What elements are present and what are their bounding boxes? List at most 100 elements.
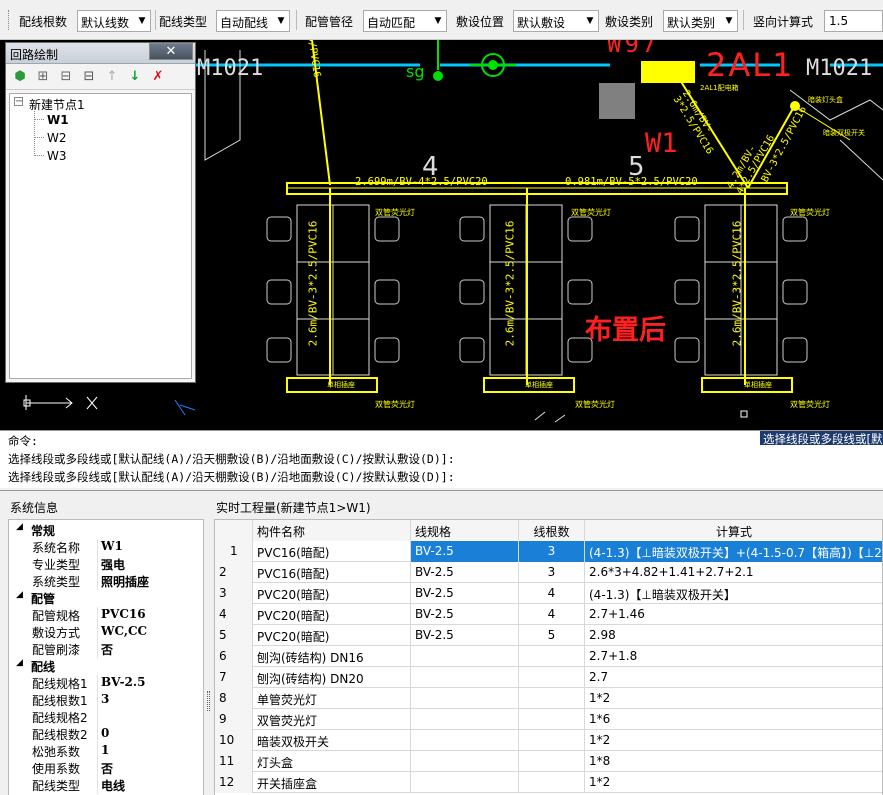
table-row[interactable]: 7 刨沟(砖结构) DN20 2.7 bbox=[215, 667, 882, 688]
tree-collapse-icon[interactable]: − bbox=[14, 97, 23, 107]
cell-formula[interactable]: (4-1.3)【⊥暗装双极开关】+(4-1.5-0.7【箱高】)【⊥2AL1】 bbox=[585, 541, 882, 562]
cell-formula[interactable]: 1*2 bbox=[585, 688, 882, 709]
cell-num[interactable]: 9 bbox=[215, 709, 253, 730]
cell-count[interactable] bbox=[519, 688, 585, 709]
cell-count[interactable] bbox=[519, 730, 585, 751]
table-row[interactable]: 10 暗装双极开关 1*2 bbox=[215, 730, 882, 751]
cell-formula[interactable]: 2.98 bbox=[585, 625, 882, 646]
cell-spec[interactable]: BV-2.5 bbox=[411, 583, 519, 604]
tree-node-w2[interactable]: W2 bbox=[47, 131, 67, 145]
cell-count[interactable] bbox=[519, 772, 585, 793]
cell-name[interactable]: 开关插座盒 bbox=[253, 772, 411, 793]
table-row[interactable]: 2 PVC16(暗配) BV-2.5 3 2.6*3+4.82+1.41+2.7+2.1 bbox=[215, 562, 882, 583]
cell-name[interactable]: 暗装双极开关 bbox=[253, 730, 411, 751]
cell-name[interactable]: 双管荧光灯 bbox=[253, 709, 411, 730]
cell-formula[interactable]: 1*6 bbox=[585, 709, 882, 730]
chevron-down-icon[interactable]: ▼ bbox=[430, 11, 446, 31]
prop-row[interactable]: 配线根数1 3 bbox=[9, 692, 203, 709]
cell-formula[interactable]: 1*2 bbox=[585, 772, 882, 793]
rename-icon[interactable]: ⊟ bbox=[80, 68, 98, 86]
cell-num[interactable]: 2 bbox=[215, 562, 253, 583]
cell-formula[interactable]: 2.7+1.8 bbox=[585, 646, 882, 667]
tree-node-w1[interactable]: W1 bbox=[47, 113, 69, 127]
cell-spec[interactable] bbox=[411, 667, 519, 688]
pane-splitter[interactable] bbox=[207, 691, 210, 711]
cell-name[interactable]: 单管荧光灯 bbox=[253, 688, 411, 709]
move-up-icon[interactable]: ↑ bbox=[103, 68, 121, 86]
delete-icon[interactable]: ✗ bbox=[149, 68, 167, 86]
cell-formula[interactable]: 2.6*3+4.82+1.41+2.7+2.1 bbox=[585, 562, 882, 583]
prop-row[interactable]: 系统类型 照明插座 bbox=[9, 573, 203, 590]
cell-name[interactable]: 灯头盒 bbox=[253, 751, 411, 772]
prop-row[interactable]: 配管刷漆 否 bbox=[9, 641, 203, 658]
group-wire[interactable]: ◢ 配线 bbox=[9, 658, 203, 675]
collapse-triangle-icon[interactable]: ◢ bbox=[16, 658, 23, 668]
cell-count[interactable]: 4 bbox=[519, 604, 585, 625]
cell-name[interactable]: PVC16(暗配) bbox=[253, 541, 411, 562]
prop-row[interactable]: 系统名称 W1 bbox=[9, 539, 203, 556]
prop-row[interactable]: 松弛系数 1 bbox=[9, 743, 203, 760]
header-name[interactable]: 构件名称 bbox=[253, 520, 411, 541]
close-button[interactable]: ✕ bbox=[149, 43, 193, 60]
laying-category-select[interactable]: 默认类别 ▼ bbox=[663, 10, 738, 32]
cell-count[interactable] bbox=[519, 667, 585, 688]
cell-num[interactable]: 4 bbox=[215, 604, 253, 625]
cell-formula[interactable]: 1*8 bbox=[585, 751, 882, 772]
table-row[interactable]: 5 PVC20(暗配) BV-2.5 5 2.98 bbox=[215, 625, 882, 646]
chevron-down-icon[interactable]: ▼ bbox=[273, 11, 289, 31]
cell-num[interactable]: 1 bbox=[215, 541, 253, 562]
chevron-down-icon[interactable]: ▼ bbox=[582, 11, 598, 31]
add-sibling-icon[interactable]: ⊟ bbox=[57, 68, 75, 86]
cell-spec[interactable] bbox=[411, 751, 519, 772]
cell-num[interactable]: 10 bbox=[215, 730, 253, 751]
cell-spec[interactable]: BV-2.5 bbox=[411, 604, 519, 625]
cell-name[interactable]: PVC16(暗配) bbox=[253, 562, 411, 583]
prop-row[interactable]: 使用系数 否 bbox=[9, 760, 203, 777]
wire-count-select[interactable]: 默认线数 ▼ bbox=[77, 10, 151, 32]
cell-name[interactable]: PVC20(暗配) bbox=[253, 604, 411, 625]
group-general[interactable]: ◢ 常规 bbox=[9, 522, 203, 539]
cell-spec[interactable]: BV-2.5 bbox=[411, 562, 519, 583]
table-row[interactable]: 11 灯头盒 1*8 bbox=[215, 751, 882, 772]
prop-row[interactable]: 配线根数2 0 bbox=[9, 726, 203, 743]
cell-spec[interactable] bbox=[411, 772, 519, 793]
toolbar-grip[interactable] bbox=[8, 10, 11, 30]
table-row[interactable]: 4 PVC20(暗配) BV-2.5 4 2.7+1.46 bbox=[215, 604, 882, 625]
cell-count[interactable] bbox=[519, 709, 585, 730]
cell-num[interactable]: 12 bbox=[215, 772, 253, 793]
cell-num[interactable]: 6 bbox=[215, 646, 253, 667]
table-row[interactable]: 12 开关插座盒 1*2 bbox=[215, 772, 882, 793]
cell-spec[interactable]: BV-2.5 bbox=[411, 625, 519, 646]
cell-name[interactable]: 刨沟(砖结构) DN16 bbox=[253, 646, 411, 667]
add-child-icon[interactable]: ⊞ bbox=[34, 68, 52, 86]
cell-count[interactable]: 4 bbox=[519, 583, 585, 604]
collapse-triangle-icon[interactable]: ◢ bbox=[16, 590, 23, 600]
header-count[interactable]: 线根数 bbox=[519, 520, 585, 541]
cell-spec[interactable] bbox=[411, 646, 519, 667]
cell-spec[interactable]: BV-2.5 bbox=[411, 541, 519, 562]
cell-formula[interactable]: 2.7+1.46 bbox=[585, 604, 882, 625]
vertical-formula-input[interactable]: 1.5 bbox=[824, 10, 883, 32]
chevron-down-icon[interactable]: ▼ bbox=[721, 11, 737, 31]
cell-count[interactable] bbox=[519, 751, 585, 772]
cell-count[interactable] bbox=[519, 646, 585, 667]
prop-row[interactable]: 配线类型 电线 bbox=[9, 777, 203, 794]
cell-count[interactable]: 3 bbox=[519, 541, 585, 562]
tree-node-w3[interactable]: W3 bbox=[47, 149, 67, 163]
table-row[interactable]: ▸1PVC16(暗配)BV-2.53(4-1.3)【⊥暗装双极开关】+(4-1.… bbox=[215, 541, 882, 562]
cell-name[interactable]: 刨沟(砖结构) DN20 bbox=[253, 667, 411, 688]
table-row[interactable]: 9 双管荧光灯 1*6 bbox=[215, 709, 882, 730]
cell-name[interactable]: PVC20(暗配) bbox=[253, 583, 411, 604]
cell-num[interactable]: 11 bbox=[215, 751, 253, 772]
header-spec[interactable]: 线规格 bbox=[411, 520, 519, 541]
group-pipe[interactable]: ◢ 配管 bbox=[9, 590, 203, 607]
prop-row[interactable]: 配线规格1 BV-2.5 bbox=[9, 675, 203, 692]
prop-row[interactable]: 配管规格 PVC16 bbox=[9, 607, 203, 624]
collapse-triangle-icon[interactable]: ◢ bbox=[16, 522, 23, 532]
tree-root-node[interactable]: 新建节点1 bbox=[29, 96, 85, 113]
cell-formula[interactable]: 2.7 bbox=[585, 667, 882, 688]
table-row[interactable]: 8 单管荧光灯 1*2 bbox=[215, 688, 882, 709]
prop-row[interactable]: 配线规格2 bbox=[9, 709, 203, 726]
command-window[interactable]: 命令: 选择线段或多段线或[默认配线(A)/沿天棚敷设(B)/沿地面敷设(C)/… bbox=[0, 430, 883, 488]
table-row[interactable]: 3 PVC20(暗配) BV-2.5 4 (4-1.3)【⊥暗装双极开关】 bbox=[215, 583, 882, 604]
